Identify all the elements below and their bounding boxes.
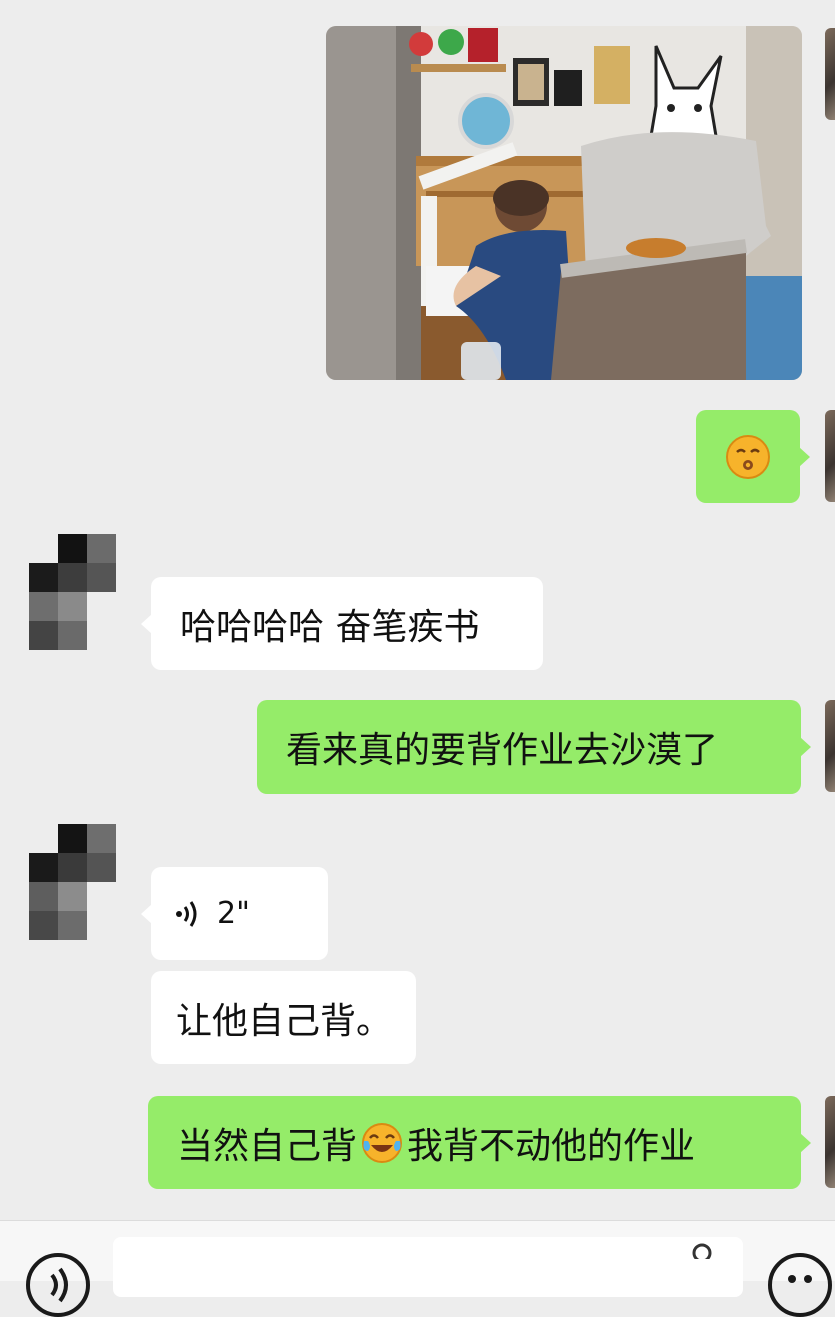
photo-content	[326, 26, 802, 380]
emoji-eyes-glyph	[788, 1275, 812, 1283]
voice-wave-icon	[176, 900, 197, 927]
own-avatar[interactable]	[825, 28, 835, 120]
contact-text-bubble[interactable]: 哈哈哈哈 奋笔疾书	[141, 577, 543, 670]
own-avatar[interactable]	[825, 410, 835, 502]
message-text: 让他自己背。	[176, 1000, 393, 1042]
chat-input-bar	[0, 1220, 835, 1317]
contact-avatar[interactable]	[29, 824, 117, 940]
own-avatar[interactable]	[825, 1096, 835, 1188]
message-text-after: 我背不动他的作业	[407, 1125, 696, 1167]
message-text-before: 当然自己背	[177, 1125, 358, 1167]
contact-text-bubble[interactable]: 让他自己背。	[151, 971, 416, 1064]
tears-of-joy-icon	[362, 1122, 403, 1163]
own-avatar[interactable]	[825, 700, 835, 792]
voice-toggle-icon[interactable]	[26, 1253, 90, 1317]
voice-duration: 2"	[217, 896, 250, 931]
voice-wave-glyph	[50, 1267, 68, 1303]
kissing-face-icon	[726, 434, 770, 479]
message-text: 哈哈哈哈 奋笔疾书	[180, 606, 480, 648]
emoji-face-icon[interactable]	[768, 1253, 832, 1317]
own-text-bubble[interactable]: 当然自己背 我背不动他的作业	[148, 1096, 811, 1189]
shared-photo[interactable]	[326, 26, 802, 380]
message-text: 看来真的要背作业去沙漠了	[286, 730, 719, 771]
contact-avatar[interactable]	[29, 534, 117, 650]
own-text-bubble[interactable]: 看来真的要背作业去沙漠了	[257, 700, 811, 794]
own-emoji-bubble[interactable]	[696, 410, 810, 503]
input-handle-icon	[692, 1243, 712, 1259]
voice-message-bubble[interactable]: 2"	[141, 867, 328, 960]
message-input[interactable]	[113, 1237, 743, 1297]
